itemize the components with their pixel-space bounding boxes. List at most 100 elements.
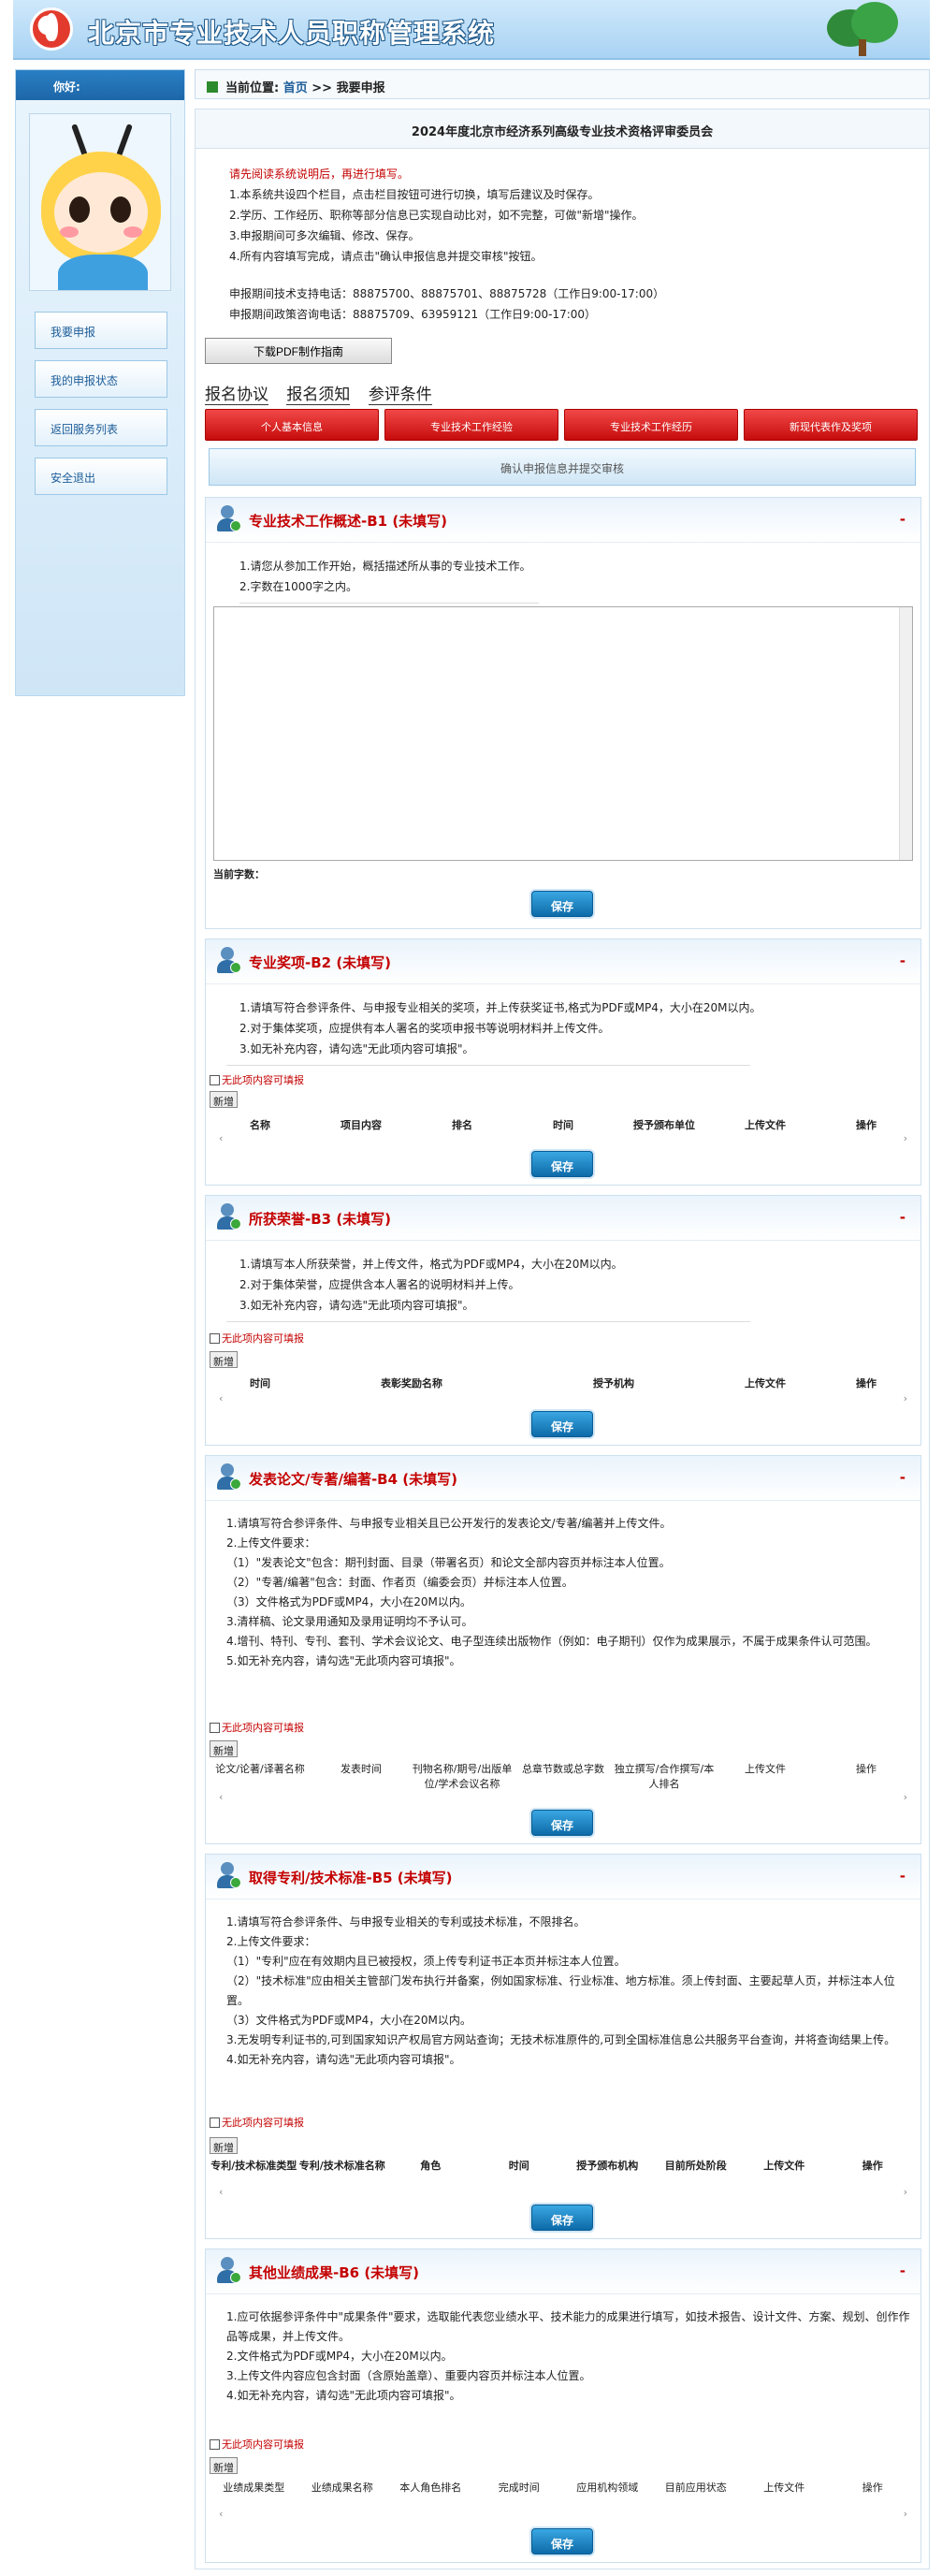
no-content-checkbox[interactable]: 无此项内容可填报 xyxy=(210,1331,304,1346)
tab-instructions[interactable]: 报名须知 xyxy=(286,386,351,405)
note-line: 4.如无补充内容，请勾选"无此项内容可填报"。 xyxy=(226,2053,461,2066)
note-line: 1.请您从参加工作开始，概括描述所从事的专业技术工作。 xyxy=(239,560,531,573)
divider xyxy=(226,1065,750,1066)
scrollbar[interactable] xyxy=(899,607,912,860)
sidebar-item-status[interactable]: 我的申报状态 xyxy=(35,360,167,398)
sidebar-item-logout[interactable]: 安全退出 xyxy=(35,458,167,495)
column-header: 本人角色排名 xyxy=(399,2481,462,2494)
table-header: 专利/技术标准类型 专利/技术标准名称 角色 时间 授予颁布机构 目前所处阶段 … xyxy=(210,2158,917,2173)
horizontal-scrollbar[interactable]: ‹ › xyxy=(210,1392,917,1405)
column-header: 操作 xyxy=(856,1119,877,1131)
confirm-submit-button[interactable]: 确认申报信息并提交审核 xyxy=(209,448,916,486)
panel-b2: 专业奖项-B2 (未填写) - 1.请填写符合参评条件、与申报专业相关的奖项，并… xyxy=(205,939,921,1186)
column-header: 表彰奖励名称 xyxy=(381,1377,442,1390)
user-check-icon xyxy=(215,2257,241,2285)
collapse-button[interactable]: - xyxy=(900,953,906,969)
note-line: 1.请填写符合参评条件、与申报专业相关的奖项，并上传获奖证书,格式为PDF或MP… xyxy=(239,1001,761,1014)
notice-line: 3.申报期间可多次编辑、修改、保存。 xyxy=(229,229,420,242)
user-check-icon xyxy=(215,1203,241,1231)
page-title: 2024年度北京市经济系列高级专业技术资格评审委员会 xyxy=(196,109,929,149)
breadcrumb-prefix: 当前位置: xyxy=(225,81,280,95)
collapse-button[interactable]: - xyxy=(900,511,906,528)
tab-conditions[interactable]: 参评条件 xyxy=(368,386,432,405)
add-button[interactable]: 新增 xyxy=(210,2137,238,2154)
table-header: 时间 表彰奖励名称 授予机构 上传文件 操作 xyxy=(210,1375,917,1390)
site-header: 北京市专业技术人员职称管理系统 xyxy=(13,0,930,60)
add-button[interactable]: 新增 xyxy=(210,1091,238,1108)
horizontal-scrollbar[interactable]: ‹ › xyxy=(210,1791,917,1804)
user-check-icon xyxy=(215,1862,241,1890)
column-header: 角色 xyxy=(420,2160,442,2172)
collapse-button[interactable]: - xyxy=(900,1868,906,1885)
column-header: 上传文件 xyxy=(763,2481,805,2494)
note-line: 2.文件格式为PDF或MP4，大小在20M以内。 xyxy=(226,2350,453,2363)
app-title: 北京市专业技术人员职称管理系统 xyxy=(88,18,496,49)
panel-title: 专业技术工作概述-B1 (未填写) xyxy=(249,513,448,530)
note-line: 4.增刊、特刊、专刊、套刊、学术会议论文、电子型连续出版物作（例如：电子期刊）仅… xyxy=(226,1635,877,1648)
note-line: 2.对于集体奖项，应提供有本人署名的奖项申报书等说明材料并上传文件。 xyxy=(239,1022,610,1035)
add-button[interactable]: 新增 xyxy=(210,2457,238,2474)
note-line: 2.上传文件要求： xyxy=(226,1536,316,1550)
column-header: 独立撰写/合作撰写/本人排名 xyxy=(614,1763,715,1790)
save-button[interactable]: 保存 xyxy=(531,1151,593,1177)
save-button[interactable]: 保存 xyxy=(531,2528,593,2554)
panel-header: 专业奖项-B2 (未填写) - xyxy=(206,939,920,984)
save-button[interactable]: 保存 xyxy=(531,891,593,917)
collapse-button[interactable]: - xyxy=(900,1209,906,1226)
column-header: 上传文件 xyxy=(745,1377,786,1390)
panel-notes: 1.请填写符合参评条件、与申报专业相关且已公开发行的发表论文/专著/编著并上传文… xyxy=(206,1501,920,1671)
horizontal-scrollbar[interactable]: ‹ › xyxy=(210,2186,917,2199)
breadcrumb-home-link[interactable]: 首页 xyxy=(283,81,308,95)
column-header: 上传文件 xyxy=(745,1119,786,1131)
horizontal-scrollbar[interactable]: ‹ › xyxy=(210,1132,917,1145)
note-line: 1.应可依据参评条件中"成果条件"要求，选取能代表您业绩水平、技术能力的成果进行… xyxy=(226,2310,910,2343)
column-header: 发表时间 xyxy=(341,1763,382,1775)
download-pdf-guide-button[interactable]: 下载PDF制作指南 xyxy=(205,338,392,364)
note-line: （3）文件格式为PDF或MP4，大小在20M以内。 xyxy=(226,2014,471,2027)
save-button[interactable]: 保存 xyxy=(531,1810,593,1836)
tab-agreement[interactable]: 报名协议 xyxy=(205,386,268,405)
step-buttons: 个人基本信息 专业技术工作经验 专业技术工作经历 新现代表作及奖项 xyxy=(205,409,918,441)
user-check-icon xyxy=(215,505,241,533)
note-line: 2.上传文件要求： xyxy=(226,1935,316,1948)
note-line: （2）"专著/编著"包含：封面、作者页（编委会页）并标注本人位置。 xyxy=(226,1576,573,1589)
sidebar-item-apply[interactable]: 我要申报 xyxy=(35,312,167,349)
step-works[interactable]: 新现代表作及奖项 xyxy=(744,409,918,441)
note-line: 2.对于集体荣誉，应提供含本人署名的说明材料并上传。 xyxy=(239,1278,520,1291)
sidebar-item-service-list[interactable]: 返回服务列表 xyxy=(35,409,167,446)
add-button[interactable]: 新增 xyxy=(210,1351,238,1368)
checkbox-label: 无此项内容可填报 xyxy=(222,1074,304,1086)
step-history[interactable]: 专业技术工作经历 xyxy=(564,409,738,441)
note-line: 4.如无补充内容，请勾选"无此项内容可填报"。 xyxy=(226,2389,461,2402)
panel-b6: 其他业绩成果-B6 (未填写) - 1.应可依据参评条件中"成果条件"要求，选取… xyxy=(205,2249,921,2563)
step-basic-info[interactable]: 个人基本信息 xyxy=(205,409,379,441)
user-check-icon xyxy=(215,947,241,975)
no-content-checkbox[interactable]: 无此项内容可填报 xyxy=(210,2115,304,2130)
step-experience[interactable]: 专业技术工作经验 xyxy=(384,409,558,441)
column-header: 专利/技术标准名称 xyxy=(298,2160,385,2172)
panel-notes: 1.请填写本人所获荣誉，并上传文件，格式为PDF或MP4，大小在20M以内。 2… xyxy=(206,1241,920,1316)
panel-header: 发表论文/专著/编著-B4 (未填写) - xyxy=(206,1456,920,1501)
notice-line: 2.学历、工作经历、职称等部分信息已实现自动比对，如不完整，可做"新增"操作。 xyxy=(229,209,644,222)
column-header: 授予颁布单位 xyxy=(633,1119,695,1131)
panel-title: 其他业绩成果-B6 (未填写) xyxy=(249,2264,420,2281)
note-line: 1.请填写符合参评条件、与申报专业相关且已公开发行的发表论文/专著/编著并上传文… xyxy=(226,1517,672,1530)
column-header: 总章节数或总字数 xyxy=(522,1763,604,1775)
note-line: 3.上传文件内容应包含封面（含原始盖章）、重要内容页并标注本人位置。 xyxy=(226,2369,591,2382)
location-icon xyxy=(207,81,218,93)
table-header: 业绩成果类型 业绩成果名称 本人角色排名 完成时间 应用机构领域 目前应用状态 … xyxy=(210,2480,917,2495)
no-content-checkbox[interactable]: 无此项内容可填报 xyxy=(210,2437,304,2452)
tab-bar: 报名协议 报名须知 参评条件 xyxy=(205,381,445,405)
horizontal-scrollbar[interactable]: ‹ › xyxy=(210,2508,917,2521)
save-button[interactable]: 保存 xyxy=(531,2205,593,2231)
column-header: 项目内容 xyxy=(341,1119,382,1131)
collapse-button[interactable]: - xyxy=(900,1469,906,1486)
panel-notes: 1.请您从参加工作开始，概括描述所从事的专业技术工作。 2.字数在1000字之内… xyxy=(206,543,920,597)
save-button[interactable]: 保存 xyxy=(531,1411,593,1437)
collapse-button[interactable]: - xyxy=(900,2263,906,2279)
summary-textarea[interactable] xyxy=(213,606,913,861)
no-content-checkbox[interactable]: 无此项内容可填报 xyxy=(210,1072,304,1087)
breadcrumb-separator: >> xyxy=(312,81,333,95)
no-content-checkbox[interactable]: 无此项内容可填报 xyxy=(210,1720,304,1735)
add-button[interactable]: 新增 xyxy=(210,1740,238,1757)
